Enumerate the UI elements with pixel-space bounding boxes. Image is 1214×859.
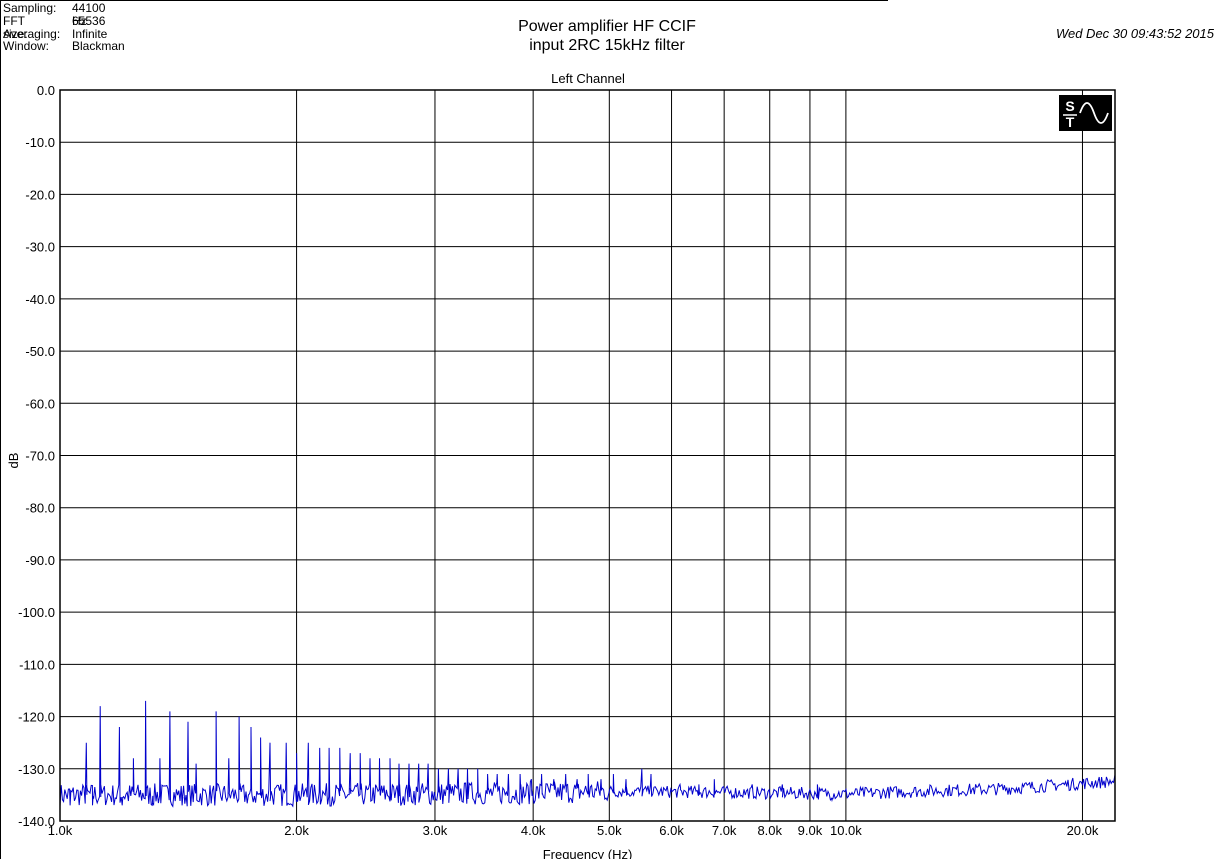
x-axis-label: Frequency (Hz) — [543, 847, 633, 859]
x-tick-label: 1.0k — [48, 823, 73, 838]
y-tick-label: -20.0 — [25, 187, 55, 202]
y-tick-label: -60.0 — [25, 396, 55, 411]
y-tick-label: -70.0 — [25, 449, 55, 464]
x-tick-label: 9.0k — [798, 823, 823, 838]
x-tick-label: 4.0k — [521, 823, 546, 838]
y-axis-label: dB — [6, 453, 21, 469]
y-tick-label: -10.0 — [25, 135, 55, 150]
x-tick-label: 3.0k — [423, 823, 448, 838]
y-tick-labels: 0.0 -10.0 -20.0 -30.0 -40.0 -50.0 -60.0 -70.0 -8… — [18, 83, 55, 829]
x-tick-label: 7.0k — [712, 823, 737, 838]
y-tick-label: 0.0 — [37, 83, 55, 98]
grid-lines — [59, 89, 1115, 822]
y-tick-label: -50.0 — [25, 344, 55, 359]
y-tick-label: -130.0 — [18, 762, 55, 777]
x-tick-label: 5.0k — [597, 823, 622, 838]
x-tick-labels: 1.0k 2.0k 3.0k 4.0k 5.0k 6.0k 7.0k 8.0k 9.0k 10.0… — [48, 823, 1099, 838]
y-tick-label: -100.0 — [18, 605, 55, 620]
svg-text:T: T — [1066, 114, 1075, 130]
y-tick-label: -80.0 — [25, 501, 55, 516]
y-tick-label: -110.0 — [19, 657, 55, 672]
x-tick-label: 10.0k — [830, 823, 862, 838]
spectrum-chart: 0.0 -10.0 -20.0 -30.0 -40.0 -50.0 -60.0 -70.0 -8… — [0, 0, 1116, 859]
st-logo-icon: S T — [1059, 95, 1112, 131]
x-tick-label: 8.0k — [757, 823, 782, 838]
y-tick-label: -30.0 — [25, 240, 55, 255]
x-tick-label: 20.0k — [1067, 823, 1099, 838]
y-tick-label: -120.0 — [18, 710, 55, 725]
y-tick-label: -90.0 — [25, 553, 55, 568]
x-tick-label: 2.0k — [284, 823, 309, 838]
x-tick-label: 6.0k — [659, 823, 684, 838]
y-tick-label: -40.0 — [25, 292, 55, 307]
svg-text:S: S — [1065, 98, 1074, 114]
